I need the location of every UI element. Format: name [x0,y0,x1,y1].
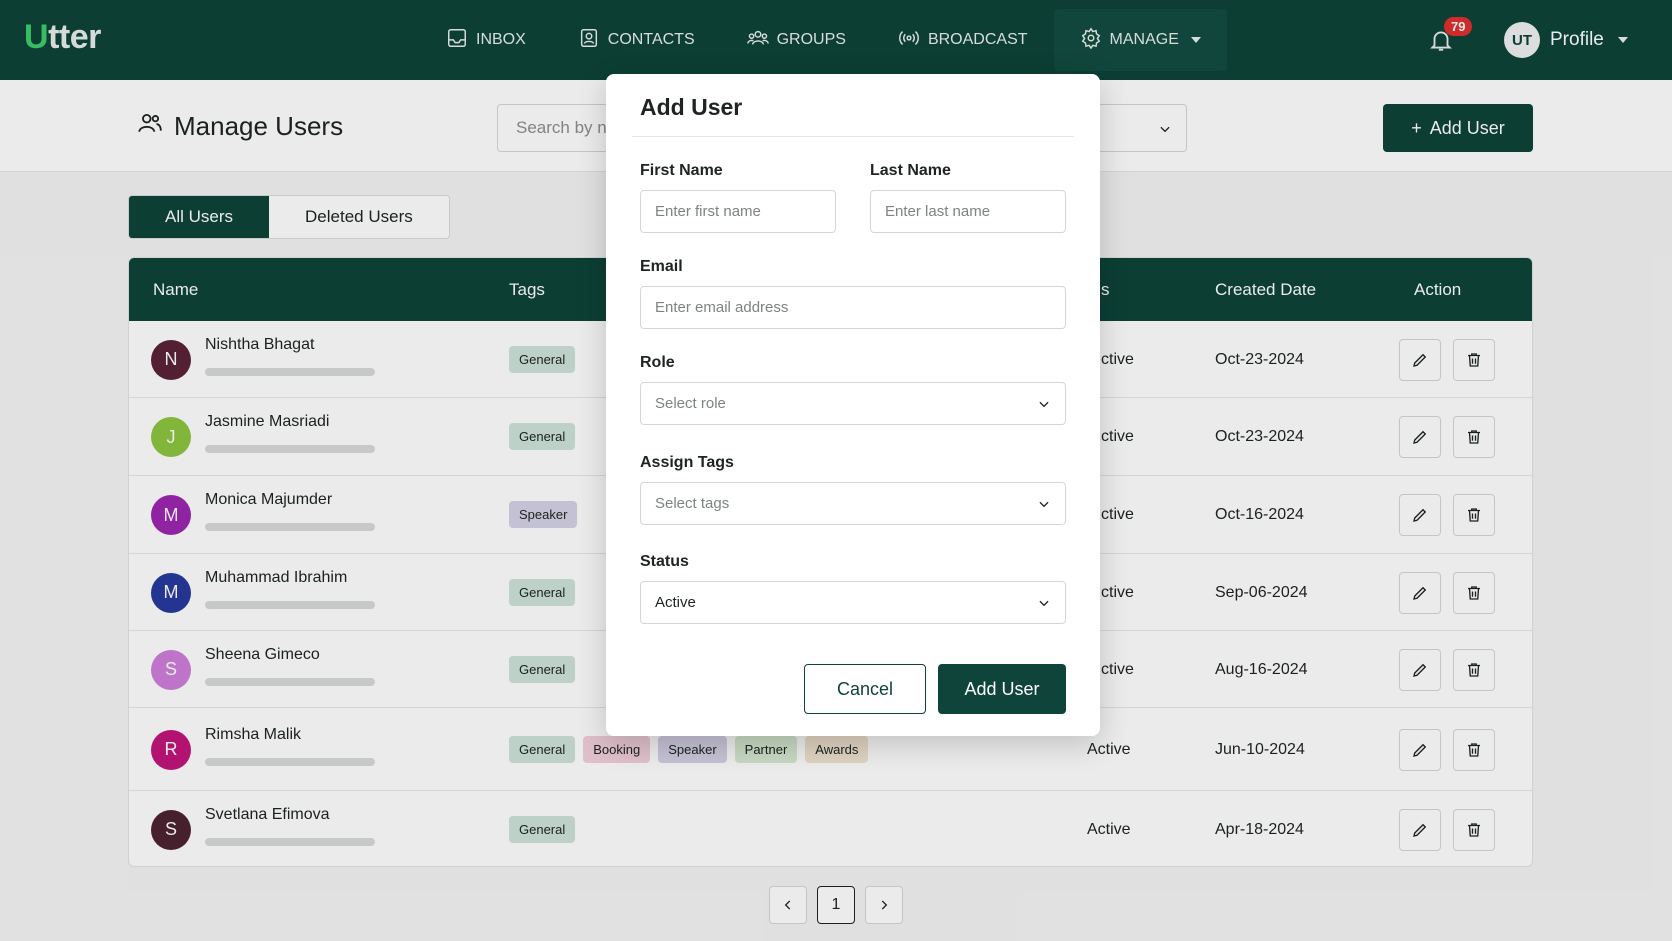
last-name-field[interactable]: Enter last name [870,190,1066,233]
cancel-button[interactable]: Cancel [804,664,926,714]
tags-placeholder: Select tags [655,495,730,512]
chevron-down-icon [1037,397,1051,415]
assign-tags-label: Assign Tags [640,454,734,471]
add-user-modal: Add User First Name Enter first name Las… [606,74,1100,736]
tags-select[interactable]: Select tags [640,482,1066,525]
email-placeholder: Enter email address [655,299,789,316]
submit-add-user-button[interactable]: Add User [938,664,1066,714]
divider [632,136,1074,137]
first-name-field[interactable]: Enter first name [640,190,836,233]
role-label: Role [640,354,675,371]
status-label: Status [640,553,689,570]
status-select[interactable]: Active [640,581,1066,624]
status-value: Active [655,594,696,611]
email-label: Email [640,258,683,275]
first-name-label: First Name [640,162,723,179]
last-name-label: Last Name [870,162,951,179]
first-name-placeholder: Enter first name [655,203,761,220]
chevron-down-icon [1037,497,1051,515]
email-field[interactable]: Enter email address [640,286,1066,329]
role-select[interactable]: Select role [640,382,1066,425]
chevron-down-icon [1037,596,1051,614]
last-name-placeholder: Enter last name [885,203,991,220]
modal-title: Add User [640,94,743,120]
role-placeholder: Select role [655,395,726,412]
